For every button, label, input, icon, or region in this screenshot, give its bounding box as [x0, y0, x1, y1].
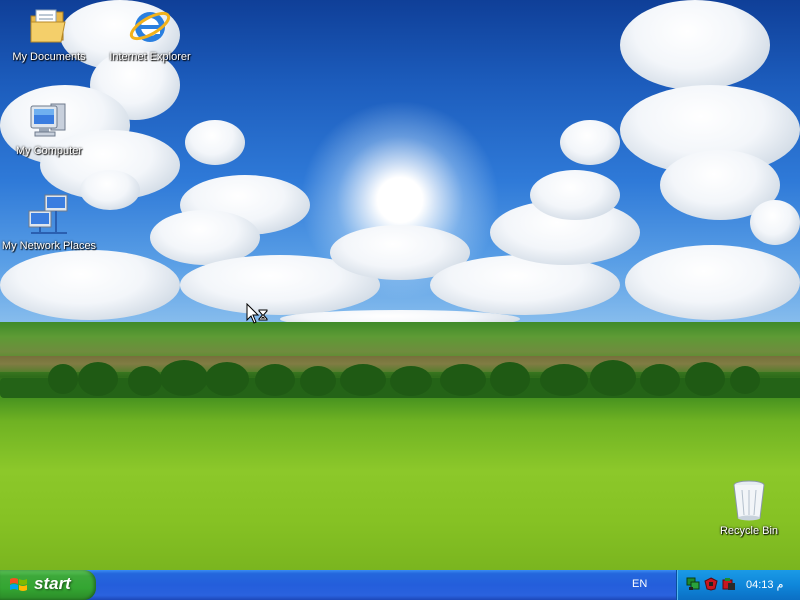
my-documents-folder-icon — [27, 4, 71, 48]
system-tray: 04:13 م — [676, 570, 800, 600]
language-indicator[interactable]: EN — [632, 578, 647, 590]
start-button[interactable]: start — [0, 570, 96, 600]
desktop-icon-recycle-bin[interactable]: Recycle Bin — [701, 478, 797, 537]
internet-explorer-icon — [128, 4, 172, 48]
windows-logo-icon — [10, 578, 27, 591]
taskbar: start EN 04:13 م — [0, 570, 800, 600]
my-computer-icon — [27, 98, 71, 142]
desktop[interactable]: My Documents Internet Explorer My Comput… — [0, 0, 800, 570]
desktop-icon-internet-explorer[interactable]: Internet Explorer — [102, 4, 198, 63]
recycle-bin-icon — [727, 478, 771, 522]
desktop-icon-my-computer[interactable]: My Computer — [1, 98, 97, 157]
desktop-icon-label: My Network Places — [1, 240, 97, 252]
desktop-icon-label: My Documents — [12, 51, 86, 63]
desktop-icon-label: My Computer — [15, 145, 83, 157]
network-icon[interactable] — [686, 577, 700, 591]
wallpaper-treeline — [0, 360, 800, 400]
clock[interactable]: 04:13 م — [746, 578, 783, 591]
desktop-icon-my-documents[interactable]: My Documents — [1, 4, 97, 63]
desktop-icon-label: Internet Explorer — [109, 51, 191, 63]
my-network-places-icon — [27, 193, 71, 237]
security-icon[interactable] — [704, 577, 718, 591]
volume-icon[interactable] — [722, 577, 736, 591]
busy-cursor-icon — [246, 302, 270, 332]
start-button-label: start — [34, 574, 71, 593]
desktop-icon-label: Recycle Bin — [719, 525, 779, 537]
desktop-icon-my-network-places[interactable]: My Network Places — [1, 193, 97, 252]
